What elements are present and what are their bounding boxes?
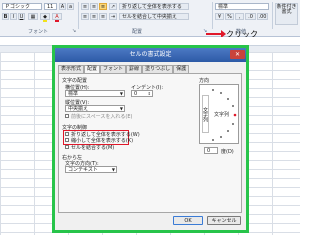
degrees-spinner[interactable]: 0: [204, 147, 218, 154]
grow-font-button[interactable]: A: [59, 3, 66, 10]
chevron-down-icon: ▼: [119, 91, 123, 96]
indent-spinner[interactable]: 0 ⇕: [131, 90, 153, 97]
distributed-label: 前後にスペースを入れる(E): [71, 114, 133, 120]
align-right-button[interactable]: ≡: [99, 13, 107, 20]
align-left-button[interactable]: ≡: [81, 13, 89, 20]
comma-button[interactable]: ,: [235, 13, 244, 20]
align-middle-button[interactable]: ≡: [90, 3, 98, 10]
chevron-down-icon: ▼: [111, 167, 115, 172]
align-bottom-button[interactable]: ≡: [99, 3, 107, 10]
indent-value: 0: [134, 91, 138, 97]
text-direction-select[interactable]: コンテキスト ▼: [65, 166, 117, 173]
merge-center-label: セルを結合して中央揃え: [122, 14, 177, 20]
font-launcher-icon[interactable]: ↘: [72, 28, 76, 34]
dialog-tabs: 表示形式 配置 フォント 罫線 塗りつぶし 保護: [58, 65, 190, 73]
merge-center-button[interactable]: セルを結合して中央揃え: [119, 13, 189, 20]
cancel-button[interactable]: キャンセル: [207, 216, 241, 225]
percent-button[interactable]: %: [225, 13, 234, 20]
wrap-text-checkbox[interactable]: [65, 132, 69, 136]
vertical-value: 中央揃え: [68, 106, 89, 112]
divider: [212, 2, 213, 29]
degrees-value: 0: [207, 148, 211, 154]
dialog-titlebar[interactable]: セルの書式設定: [55, 48, 246, 62]
border-button[interactable]: ▦: [28, 13, 38, 20]
alignment-panel: 文字の配置 横位置(H): 標準 ▼ インデント(I): 0 ⇕ 縦位置(V): 中…: [58, 73, 242, 213]
shrink-to-fit-checkbox[interactable]: [65, 138, 69, 142]
italic-button[interactable]: I: [10, 13, 17, 20]
shrink-to-fit-label: 縮小して全体を表示する(K): [71, 138, 134, 144]
text-position-heading: 文字の配置: [62, 78, 88, 84]
conditional-format-button[interactable]: 条件付き書式: [275, 3, 298, 25]
font-group-label: フォント: [28, 29, 49, 35]
decrease-decimal-button[interactable]: .00: [257, 13, 268, 20]
indent-button[interactable]: ⇥: [109, 13, 117, 20]
shrink-font-button[interactable]: a: [67, 3, 74, 10]
orientation-button[interactable]: ↗: [109, 3, 117, 10]
divider: [78, 2, 79, 29]
font-color-button[interactable]: A: [52, 13, 62, 22]
tab-font[interactable]: フォント: [100, 65, 127, 73]
horizontal-value: 標準: [68, 91, 79, 97]
number-format-box[interactable]: 標準: [215, 3, 269, 10]
increase-decimal-button[interactable]: .0: [245, 13, 256, 20]
horizontal-select[interactable]: 標準 ▼: [65, 90, 125, 97]
chevron-down-icon: ▼: [119, 106, 123, 111]
merge-cells-checkbox[interactable]: [65, 145, 69, 149]
align-center-button[interactable]: ≡: [90, 13, 98, 20]
close-icon[interactable]: ✕: [230, 50, 245, 59]
currency-button[interactable]: ¥: [215, 13, 224, 20]
wrap-text-button[interactable]: 折り返して全体を表示する: [119, 3, 189, 10]
font-size-box[interactable]: 11: [44, 3, 57, 10]
fill-color-button[interactable]: ◆: [40, 13, 50, 22]
vertical-text-toggle[interactable]: 文字列: [202, 95, 209, 133]
format-cells-dialog: セルの書式設定 ✕ 表示形式 配置 フォント 罫線 塗りつぶし 保護 文字の配置…: [52, 45, 249, 233]
horizontal-text-sample: 文字列: [214, 112, 230, 118]
dialog-title: セルの書式設定: [129, 51, 172, 58]
tab-alignment[interactable]: 配置: [84, 65, 101, 73]
font-name-box[interactable]: Ｐゴシック: [2, 3, 42, 10]
distributed-checkbox[interactable]: [65, 114, 69, 118]
orientation-heading: 方向: [199, 78, 210, 84]
spinner-icon: ⇕: [147, 91, 151, 96]
degrees-label: 度(D): [221, 149, 234, 155]
merge-cells-label: セルを結合する(M): [71, 145, 115, 151]
divider: [272, 2, 273, 29]
text-direction-value: コンテキスト: [68, 167, 98, 173]
align-top-button[interactable]: ≡: [81, 3, 89, 10]
orientation-box: 文字列 文字列: [199, 84, 239, 144]
bold-button[interactable]: B: [2, 13, 9, 20]
vertical-select[interactable]: 中央揃え ▼: [65, 105, 125, 112]
conditional-format-label: 条件付き書式: [276, 4, 297, 15]
ok-button[interactable]: OK: [173, 216, 203, 225]
tab-fill[interactable]: 塗りつぶし: [142, 65, 174, 73]
tab-border[interactable]: 罫線: [126, 65, 143, 73]
alignment-group-label: 配置: [132, 29, 143, 35]
tab-number[interactable]: 表示形式: [58, 65, 85, 73]
tab-protection[interactable]: 保護: [173, 65, 190, 73]
wrap-text-label: 折り返して全体を表示する: [122, 4, 182, 10]
underline-button[interactable]: U: [18, 13, 25, 20]
